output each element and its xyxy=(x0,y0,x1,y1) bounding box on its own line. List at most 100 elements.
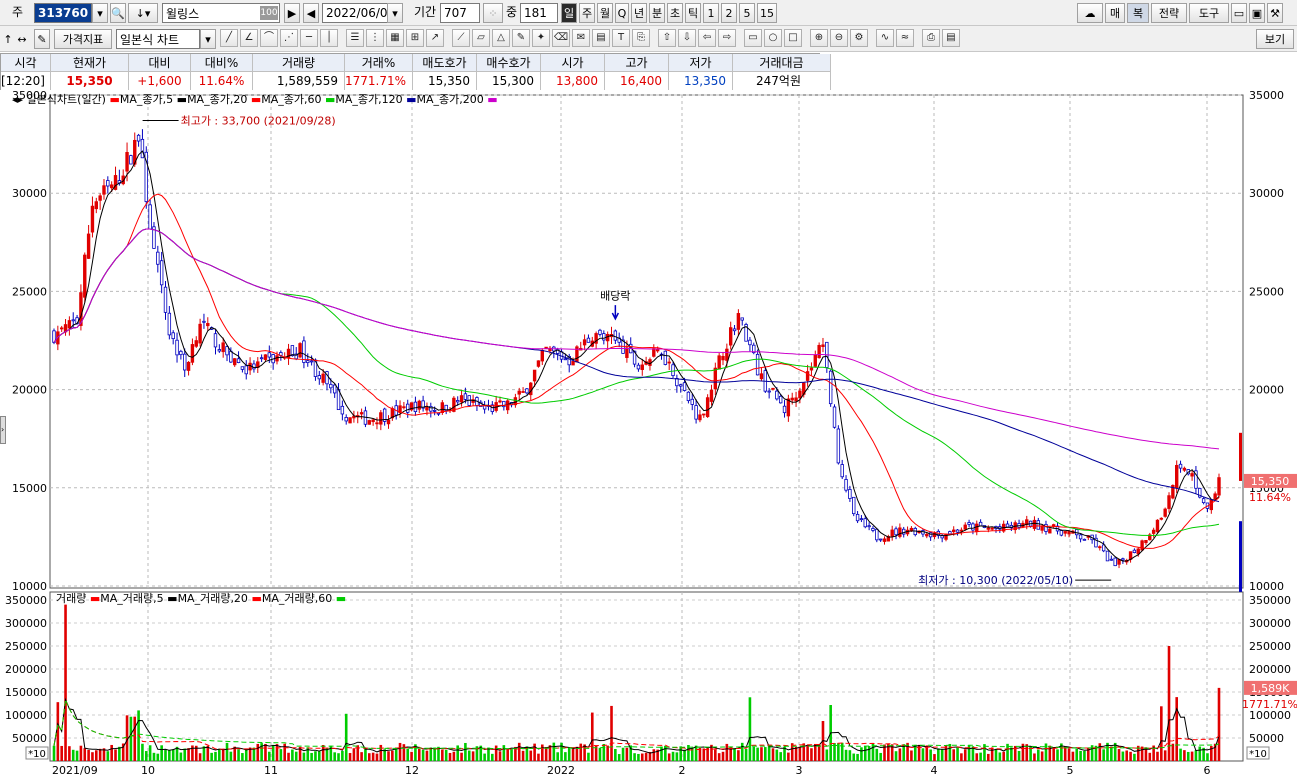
grid-tool-icon[interactable]: ▦ xyxy=(386,29,404,47)
timeframe-0[interactable]: 일 xyxy=(561,3,577,23)
tools-button[interactable]: 도구 xyxy=(1189,3,1229,23)
v-line-tool-icon[interactable]: │ xyxy=(320,29,338,47)
volume-bar xyxy=(567,747,571,761)
uptrend-tool-icon[interactable]: ↗ xyxy=(426,29,444,47)
code-dropdown-button[interactable]: ▾ xyxy=(92,3,108,23)
settings-tool-icon[interactable]: ⚙ xyxy=(850,29,868,47)
chart-nav-icon[interactable]: ◂▸ xyxy=(12,93,23,106)
bars-tool-icon[interactable]: ⋮ xyxy=(366,29,384,47)
down-tool-icon[interactable]: ⇩ xyxy=(678,29,696,47)
candle-body xyxy=(844,479,848,491)
indicator-button[interactable]: 가격지표 xyxy=(54,29,112,49)
zoom2-tool-icon[interactable]: ⊖ xyxy=(830,29,848,47)
quote-header-8: 시가 xyxy=(541,54,605,72)
note-tool-icon[interactable]: ✉ xyxy=(572,29,590,47)
count-input[interactable]: 181 xyxy=(520,3,558,23)
strategy-button[interactable]: 전략 xyxy=(1151,3,1187,23)
timeframe-1[interactable]: 주 xyxy=(579,3,595,23)
boxes-tool-icon[interactable]: ⊞ xyxy=(406,29,424,47)
circle-tool-icon[interactable]: ○ xyxy=(764,29,782,47)
h-line-tool-icon[interactable]: ─ xyxy=(300,29,318,47)
quote-value-0: [12:20] xyxy=(1,72,51,90)
wave-tool-icon[interactable]: ∿ xyxy=(876,29,894,47)
volume-bar xyxy=(683,749,686,761)
stock-code-input[interactable]: 313760 xyxy=(34,3,92,23)
timeframe-4[interactable]: 년 xyxy=(631,3,647,23)
box-tool-icon[interactable]: ▭ xyxy=(744,29,762,47)
timeframe-3[interactable]: Q xyxy=(615,3,629,23)
timeframe-8[interactable]: 1 xyxy=(703,3,719,23)
date-input[interactable]: 2022/06/07 xyxy=(322,3,395,23)
export-tool-icon[interactable]: ▤ xyxy=(942,29,960,47)
volume-bar xyxy=(913,744,917,761)
text-tool-icon[interactable]: T xyxy=(612,29,630,47)
up-tool-icon[interactable]: ⇧ xyxy=(658,29,676,47)
prev-arrow-icon[interactable]: ◀ xyxy=(303,3,319,23)
volume-bar xyxy=(1083,750,1086,761)
timeframe-2[interactable]: 월 xyxy=(597,3,613,23)
sort-button[interactable]: ↓▾ xyxy=(128,3,158,23)
candle-body xyxy=(782,405,787,414)
edit-icon[interactable]: ✎ xyxy=(34,29,50,49)
candle-body xyxy=(86,233,91,259)
candle-body xyxy=(755,353,760,376)
magic-tool-icon[interactable]: ✦ xyxy=(532,29,550,47)
grid-icon[interactable]: ⁘ xyxy=(483,3,503,23)
multi-button[interactable]: 복 xyxy=(1127,3,1149,23)
candle-body xyxy=(1217,477,1221,496)
side-collapse-handle[interactable]: › xyxy=(0,416,6,444)
volume-bar xyxy=(467,750,471,761)
right-tool-icon[interactable]: ⇨ xyxy=(718,29,736,47)
view-button[interactable]: 보기 xyxy=(1256,29,1294,49)
line-tool-icon[interactable]: ╱ xyxy=(220,29,238,47)
candle-body xyxy=(613,330,618,341)
timeframe-11[interactable]: 15 xyxy=(757,3,777,23)
x-tick-1: 10 xyxy=(141,764,155,776)
volume-tick-right-3: 200000 xyxy=(1249,663,1291,676)
rect-tool-icon[interactable]: □ xyxy=(784,29,802,47)
next-arrow-icon[interactable]: ▶ xyxy=(284,3,300,23)
fib-retrace-tool-icon[interactable]: ☰ xyxy=(346,29,364,47)
timeframe-5[interactable]: 분 xyxy=(649,3,665,23)
zoom-tool-icon[interactable]: ⊕ xyxy=(810,29,828,47)
quote-header-0: 시각 xyxy=(1,54,51,72)
channel-tool-icon[interactable]: ▱ xyxy=(472,29,490,47)
volume-bar xyxy=(187,748,190,761)
note2-tool-icon[interactable]: ▤ xyxy=(592,29,610,47)
period-input[interactable]: 707 xyxy=(440,3,480,23)
cloud-icon[interactable]: ☁ xyxy=(1077,3,1103,23)
candle-body xyxy=(1082,538,1087,541)
tri-tool-icon[interactable]: △ xyxy=(492,29,510,47)
fan-tool-icon[interactable]: ⌒ xyxy=(260,29,278,47)
volume-bar xyxy=(110,744,113,761)
angle-line-tool-icon[interactable]: ∠ xyxy=(240,29,258,47)
trend-tool-icon[interactable]: ⟋ xyxy=(452,29,470,47)
chart-type-dropdown-icon[interactable]: ▾ xyxy=(200,29,216,49)
chart-type-select[interactable]: 일본식 차트 xyxy=(116,29,200,49)
timeframe-7[interactable]: 틱 xyxy=(685,3,701,23)
wave2-tool-icon[interactable]: ≈ xyxy=(896,29,914,47)
date-dropdown-button[interactable]: ▾ xyxy=(387,3,403,23)
fib-fan-tool-icon[interactable]: ⋰ xyxy=(280,29,298,47)
folder-icon[interactable]: ▭ xyxy=(1231,3,1247,23)
timeframe-6[interactable]: 초 xyxy=(667,3,683,23)
volume-tick-left-4: 150000 xyxy=(5,686,47,699)
wrench-icon[interactable]: ⚒ xyxy=(1267,3,1283,23)
copy-tool-icon[interactable]: ⎘ xyxy=(632,29,650,47)
expand-arrows-icon[interactable]: ↔ xyxy=(14,29,30,49)
pencil-tool-icon[interactable]: ✎ xyxy=(512,29,530,47)
zoom-box[interactable]: 100 xyxy=(260,6,278,20)
left-tool-icon[interactable]: ⇦ xyxy=(698,29,716,47)
volume-bar xyxy=(1194,750,1198,761)
buy-button[interactable]: 매 xyxy=(1105,3,1125,23)
search-icon[interactable]: 🔍 xyxy=(110,3,126,23)
timeframe-10[interactable]: 5 xyxy=(739,3,755,23)
volume-bar xyxy=(1017,750,1021,761)
volume-bar xyxy=(360,752,363,761)
print-tool-icon[interactable]: ⎙ xyxy=(922,29,940,47)
volume-bar xyxy=(483,753,486,761)
candle-body xyxy=(925,533,929,537)
eraser-tool-icon[interactable]: ⌫ xyxy=(552,29,570,47)
timeframe-9[interactable]: 2 xyxy=(721,3,737,23)
save-icon[interactable]: ▣ xyxy=(1249,3,1265,23)
